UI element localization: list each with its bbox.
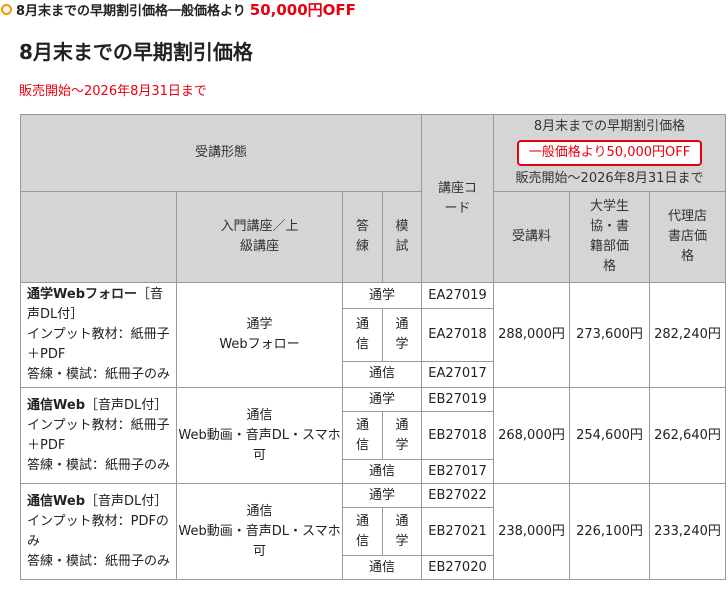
course-code: EB27018 (421, 411, 494, 460)
early-price-title: 8月末までの早期割引価格 (533, 119, 686, 134)
header-blank (20, 191, 177, 283)
option-label: 通学 (342, 281, 422, 310)
course-description: 通信Web［音声DL付］ インプット教材：PDFのみ 答練・模試：紙冊子のみ (20, 483, 177, 580)
fee-value: 268,000円 (493, 387, 570, 484)
course-description: 通信Web［音声DL付］ インプット教材：紙冊子＋PDF 答練・模試：紙冊子のみ (20, 387, 177, 484)
option-left: 通信 (342, 411, 383, 460)
table-row: 通信Web［音声DL付］ インプット教材：紙冊子＋PDF 答練・模試：紙冊子のみ… (20, 387, 726, 484)
study-mode: 通信 Web動画・音声DL・スマホ可 (176, 483, 343, 580)
table-row: 通学Webフォロー［音声DL付］ インプット教材：紙冊子＋PDF 答練・模試：紙… (20, 281, 726, 388)
option-label: 通信 (342, 555, 422, 580)
course-code: EA27019 (421, 281, 494, 310)
table-row: 通信Web［音声DL付］ インプット教材：PDFのみ 答練・模試：紙冊子のみ 通… (20, 483, 726, 580)
promo-amount: 50,000円OFF (249, 0, 356, 19)
promo-banner: 8月末までの早期割引価格一般価格より 50,000円OFF (0, 0, 356, 19)
discount-badge: 一般価格より50,000円OFF (516, 140, 703, 166)
course-code: EB27020 (421, 555, 494, 580)
course-code: EB27022 (421, 483, 494, 508)
header-agency: 代理店書店価格 (649, 191, 726, 283)
option-right: 通学 (382, 411, 422, 460)
option-left: 通信 (342, 308, 383, 362)
univ-price-value: 226,100円 (569, 483, 650, 580)
header-mock-exam: 模試 (382, 191, 422, 283)
agency-price-value: 282,240円 (649, 282, 726, 388)
page-title: 8月末までの早期割引価格 (19, 40, 253, 64)
header-format: 受講形態 (20, 114, 422, 192)
option-label: 通信 (342, 360, 422, 389)
study-mode: 通学 Webフォロー (176, 282, 343, 388)
fee-value: 238,000円 (493, 483, 570, 580)
course-code: EB27019 (421, 387, 494, 412)
promo-text: 8月末までの早期割引価格一般価格より (16, 3, 246, 19)
fee-value: 288,000円 (493, 282, 570, 388)
header-early-price: 8月末までの早期割引価格 一般価格より50,000円OFF 販売開始～2026年… (493, 114, 726, 192)
option-label: 通学 (342, 387, 422, 412)
option-right: 通学 (382, 507, 422, 556)
header-fee: 受講料 (493, 191, 570, 283)
course-code: EA27017 (421, 360, 494, 389)
option-right: 通学 (382, 308, 422, 362)
agency-price-value: 233,240円 (649, 483, 726, 580)
option-label: 通学 (342, 483, 422, 508)
course-code: EB27021 (421, 507, 494, 556)
header-answer-practice: 答練 (342, 191, 383, 283)
study-mode: 通信 Web動画・音声DL・スマホ可 (176, 387, 343, 484)
header-univ-coop: 大学生協・書籍部価格 (569, 191, 650, 283)
option-label: 通信 (342, 459, 422, 484)
course-code: EB27017 (421, 459, 494, 484)
univ-price-value: 254,600円 (569, 387, 650, 484)
circle-bullet-icon (1, 3, 12, 15)
header-course-level: 入門講座／上級講座 (176, 191, 343, 283)
sale-period: 販売開始～2026年8月31日まで (19, 84, 207, 99)
agency-price-value: 262,640円 (649, 387, 726, 484)
early-price-period: 販売開始～2026年8月31日まで (515, 171, 704, 186)
course-code: EA27018 (421, 308, 494, 362)
univ-price-value: 273,600円 (569, 282, 650, 388)
price-table: 受講形態 講座コード 8月末までの早期割引価格 一般価格より50,000円OFF… (20, 114, 726, 580)
course-description: 通学Webフォロー［音声DL付］ インプット教材：紙冊子＋PDF 答練・模試：紙… (20, 282, 177, 388)
option-left: 通信 (342, 507, 383, 556)
header-course-code: 講座コード (421, 114, 494, 283)
